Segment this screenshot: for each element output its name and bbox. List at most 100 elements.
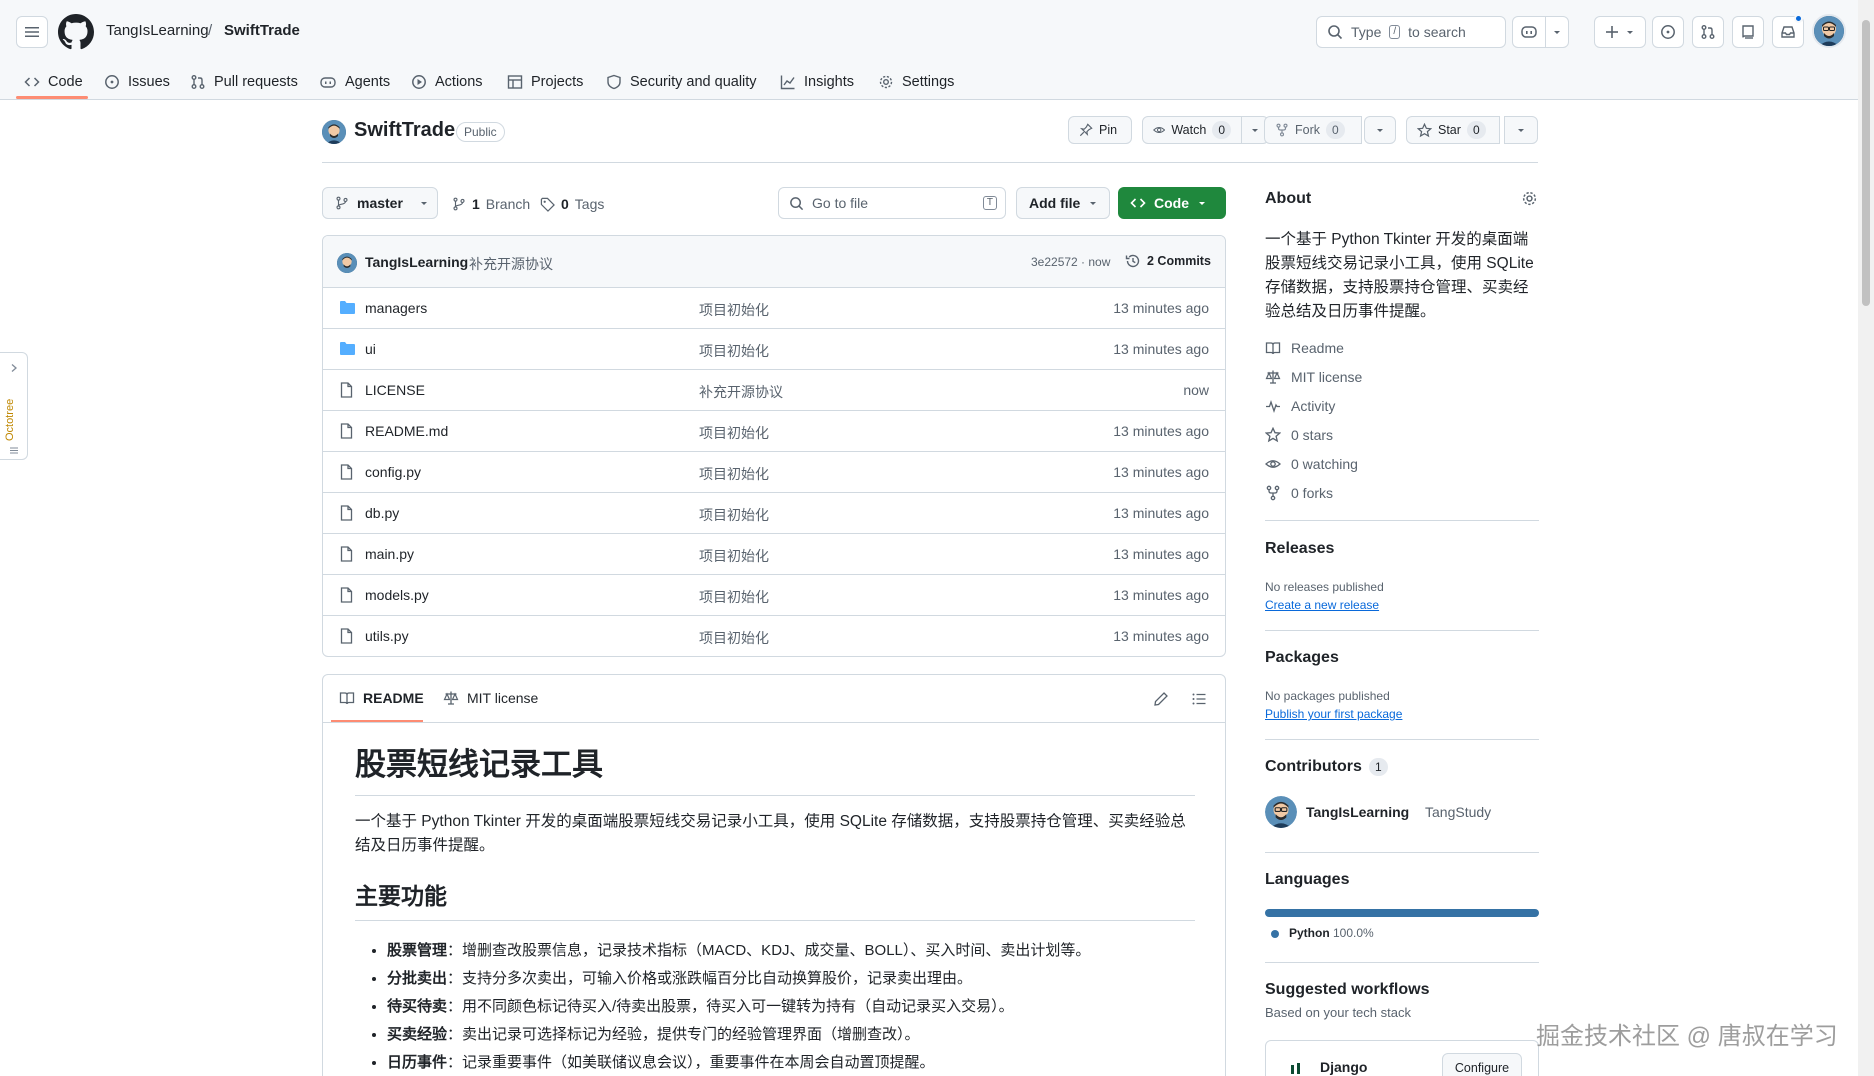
tab-pull-requests-label: Pull requests: [214, 74, 298, 90]
star-icon: [1417, 122, 1432, 137]
file-row[interactable]: main.py 项目初始化 13 minutes ago: [323, 534, 1225, 575]
add-file-button[interactable]: Add file: [1016, 187, 1110, 219]
issues-shortcut-button[interactable]: [1652, 16, 1684, 48]
tab-insights[interactable]: Insights: [780, 64, 854, 100]
scrollbar-thumb[interactable]: [1862, 20, 1870, 306]
file-commit-message[interactable]: 项目初始化: [699, 587, 769, 607]
packages-heading[interactable]: Packages: [1265, 649, 1339, 667]
star-dropdown-button[interactable]: [1504, 116, 1538, 144]
license-link[interactable]: MIT license: [1265, 369, 1362, 385]
tab-pull-requests[interactable]: Pull requests: [190, 64, 298, 100]
commit-message[interactable]: 补充开源协议: [469, 254, 553, 274]
file-row[interactable]: db.py 项目初始化 13 minutes ago: [323, 493, 1225, 534]
file-commit-message[interactable]: 项目初始化: [699, 546, 769, 566]
tags-link[interactable]: 0 Tags: [540, 196, 604, 212]
commit-author[interactable]: TangIsLearning: [365, 254, 468, 270]
language-name[interactable]: Python: [1289, 926, 1330, 940]
fork-button[interactable]: Fork 0: [1264, 116, 1362, 144]
tab-code[interactable]: Code: [24, 64, 83, 100]
pin-button[interactable]: Pin: [1068, 116, 1132, 144]
pull-requests-shortcut-button[interactable]: [1692, 16, 1724, 48]
pin-icon: [1079, 123, 1093, 137]
file-row[interactable]: README.md 项目初始化 13 minutes ago: [323, 411, 1225, 452]
activity-link[interactable]: Activity: [1265, 398, 1335, 414]
breadcrumb-repo[interactable]: SwiftTrade: [224, 22, 300, 39]
watermark-text: 掘金技术社区 @ 唐叔在学习: [1536, 1023, 1838, 1050]
branches-link[interactable]: 1 Branch: [452, 196, 530, 212]
watch-button[interactable]: Watch 0: [1142, 116, 1242, 144]
file-row[interactable]: LICENSE 补充开源协议 now: [323, 370, 1225, 411]
file-name[interactable]: db.py: [365, 505, 399, 521]
pencil-icon[interactable]: [1153, 691, 1169, 707]
eye-icon: [1153, 126, 1166, 134]
page-scrollbar[interactable]: [1858, 0, 1874, 1076]
file-name[interactable]: README.md: [365, 423, 448, 439]
file-row[interactable]: config.py 项目初始化 13 minutes ago: [323, 452, 1225, 493]
readme-link[interactable]: Readme: [1265, 340, 1344, 356]
contributors-heading[interactable]: Contributors: [1265, 758, 1362, 776]
copilot-button[interactable]: [1512, 16, 1546, 48]
file-commit-message[interactable]: 项目初始化: [699, 300, 769, 320]
contributor-avatar[interactable]: [1265, 796, 1297, 828]
watching-link[interactable]: 0 watching: [1265, 456, 1358, 472]
star-button[interactable]: Star 0: [1406, 116, 1500, 144]
commit-hash[interactable]: 3e22572 · now: [1031, 255, 1110, 269]
commits-history-link[interactable]: 2 Commits: [1125, 253, 1211, 269]
copilot-dropdown-button[interactable]: [1545, 16, 1569, 48]
file-commit-message[interactable]: 项目初始化: [699, 464, 769, 484]
repo-owner-avatar[interactable]: [322, 120, 346, 144]
contributor-username[interactable]: TangIsLearning: [1306, 804, 1409, 820]
about-heading: About: [1265, 190, 1312, 207]
breadcrumb-owner[interactable]: TangIsLearning: [106, 22, 209, 39]
tab-settings[interactable]: Settings: [878, 64, 954, 100]
user-avatar[interactable]: [1812, 14, 1846, 48]
branch-selector[interactable]: master: [322, 187, 438, 219]
file-name[interactable]: utils.py: [365, 628, 409, 644]
tab-issues[interactable]: Issues: [104, 64, 170, 100]
repositories-button[interactable]: [1732, 16, 1764, 48]
octotree-toggle[interactable]: Octotree: [0, 352, 28, 460]
file-row[interactable]: managers 项目初始化 13 minutes ago: [323, 288, 1225, 329]
branch-icon: [336, 196, 348, 210]
fork-dropdown-button[interactable]: [1364, 116, 1396, 144]
tab-readme[interactable]: README: [339, 690, 424, 706]
file-row[interactable]: models.py 项目初始化 13 minutes ago: [323, 575, 1225, 616]
outline-list-icon[interactable]: [1191, 691, 1207, 707]
github-logo-icon[interactable]: [58, 14, 94, 50]
global-search-input[interactable]: Type / to search: [1316, 16, 1506, 48]
menu-button[interactable]: [16, 16, 48, 48]
file-name[interactable]: models.py: [365, 587, 429, 603]
configure-workflow-button[interactable]: Configure: [1442, 1053, 1522, 1076]
tab-actions-label: Actions: [435, 74, 483, 90]
tab-license[interactable]: MIT license: [443, 690, 538, 706]
file-name[interactable]: ui: [365, 341, 376, 357]
search-icon: [1328, 25, 1343, 40]
go-to-file-input[interactable]: Go to file T: [778, 187, 1006, 219]
file-commit-message[interactable]: 项目初始化: [699, 505, 769, 525]
publish-package-link[interactable]: Publish your first package: [1265, 707, 1402, 721]
file-commit-message[interactable]: 项目初始化: [699, 341, 769, 361]
file-row[interactable]: ui 项目初始化 13 minutes ago: [323, 329, 1225, 370]
stars-link[interactable]: 0 stars: [1265, 427, 1333, 443]
code-download-button[interactable]: Code: [1118, 187, 1226, 219]
file-commit-message[interactable]: 项目初始化: [699, 628, 769, 648]
file-commit-message[interactable]: 项目初始化: [699, 423, 769, 443]
tab-security[interactable]: Security and quality: [606, 64, 757, 100]
create-release-link[interactable]: Create a new release: [1265, 598, 1379, 612]
tab-actions[interactable]: Actions: [411, 64, 483, 100]
tab-agents[interactable]: Agents: [319, 64, 390, 100]
file-name[interactable]: config.py: [365, 464, 421, 480]
file-name[interactable]: managers: [365, 300, 427, 316]
watch-count: 0: [1212, 121, 1231, 139]
gear-icon[interactable]: [1521, 190, 1538, 207]
file-name[interactable]: main.py: [365, 546, 414, 562]
releases-heading[interactable]: Releases: [1265, 540, 1334, 558]
repo-title[interactable]: SwiftTrade: [354, 119, 455, 142]
tab-projects[interactable]: Projects: [507, 64, 583, 100]
file-name[interactable]: LICENSE: [365, 382, 425, 398]
file-commit-message[interactable]: 补充开源协议: [699, 382, 783, 402]
file-row[interactable]: utils.py 项目初始化 13 minutes ago: [323, 616, 1225, 656]
forks-link[interactable]: 0 forks: [1265, 485, 1333, 501]
commit-author-avatar[interactable]: [337, 253, 357, 273]
create-new-button[interactable]: [1594, 16, 1646, 48]
